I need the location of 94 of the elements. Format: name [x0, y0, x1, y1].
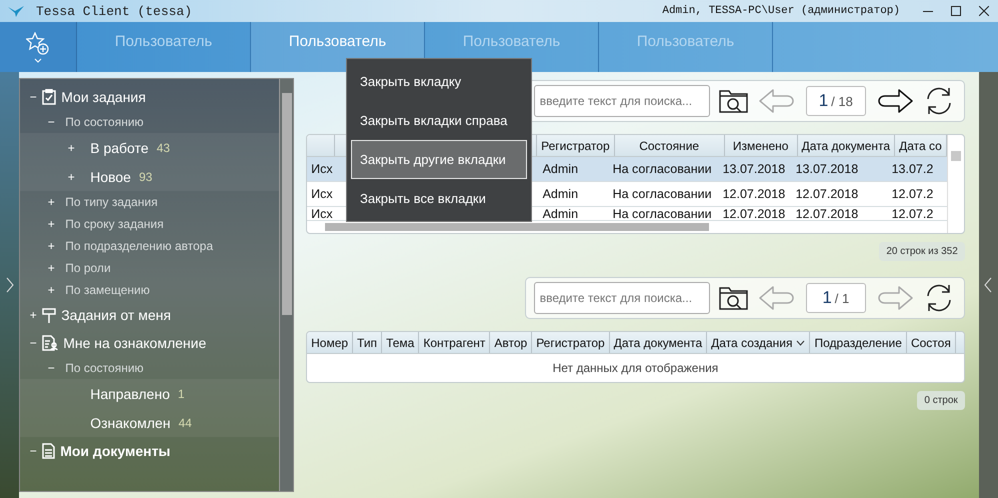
maximize-icon: [951, 6, 961, 16]
expander-toggle[interactable]: −: [24, 336, 42, 350]
star-plus-icon: [26, 32, 50, 56]
menu-item[interactable]: Закрыть вкладки справа: [351, 101, 527, 140]
expander-toggle[interactable]: +: [42, 239, 60, 253]
document-person-icon: [42, 335, 58, 351]
expander-toggle[interactable]: −: [42, 115, 60, 129]
column-header[interactable]: Дата создания: [707, 332, 810, 353]
table-cell-text: 13.07.2018: [794, 161, 860, 178]
expander-toggle[interactable]: +: [62, 140, 80, 154]
table-cell-text: Исх: [310, 186, 334, 203]
table-cell-text: 12.07.2: [890, 186, 934, 203]
tree-item-label[interactable]: По замещению: [65, 283, 150, 297]
tree-item-label[interactable]: Задания от меня: [61, 307, 171, 323]
item-count: 93: [138, 170, 152, 184]
close-icon: [979, 6, 989, 16]
vertical-scrollbar[interactable]: [282, 93, 292, 315]
table-cell-text: 12.07.2: [890, 207, 934, 220]
table-cell-text: 12.07.2018: [722, 186, 786, 203]
chevron-down-icon: [34, 58, 42, 62]
item-count: 44: [178, 416, 192, 430]
table-cell-text: Admin: [542, 207, 580, 220]
document-icon: [42, 443, 56, 459]
tree-item-label[interactable]: По подразделению автора: [65, 239, 213, 253]
column-header[interactable]: Дата документа: [798, 135, 896, 156]
row-count: 0 строк: [917, 391, 965, 410]
tree-item-label[interactable]: Ознакомлен: [90, 414, 170, 430]
tree-item-label[interactable]: По состоянию: [65, 361, 144, 375]
column-header[interactable]: Тема: [382, 332, 420, 353]
signpost-icon: [42, 307, 56, 323]
column-header[interactable]: Изменено: [724, 135, 798, 156]
expander-toggle[interactable]: +: [42, 195, 60, 209]
column-header[interactable]: Контрагент: [419, 332, 490, 353]
column-header[interactable]: Номер: [307, 332, 354, 353]
table-cell-text: 13.07.2018: [722, 161, 786, 178]
expander-toggle[interactable]: −: [24, 444, 42, 458]
column-header[interactable]: Состоя: [906, 332, 956, 353]
table-cell-text: На согласовании: [612, 207, 713, 220]
column-header[interactable]: Дата документа: [610, 332, 708, 353]
column-header[interactable]: Регистратор: [537, 135, 615, 156]
table-cell-text: Исх: [310, 161, 334, 178]
row-count: 20 строк из 352: [879, 242, 965, 261]
table-cell-text: 12.07.2018: [794, 207, 860, 220]
column-header[interactable]: Дата со: [895, 135, 947, 156]
clipboard-check-icon: [42, 89, 56, 105]
search-field[interactable]: введите текст для поиска...: [534, 282, 710, 314]
favorites-button[interactable]: [0, 22, 77, 72]
column-header[interactable]: Регистратор: [532, 332, 610, 353]
chevron-right-icon[interactable]: [6, 277, 14, 293]
tree-item-label[interactable]: По сроку задания: [65, 217, 164, 231]
page-number: 1: [822, 288, 832, 308]
column-header[interactable]: Автор: [490, 332, 532, 353]
table-cell-text: 12.07.2018: [794, 186, 860, 203]
page-total: / 1: [834, 290, 850, 306]
tree-item-label[interactable]: Новое: [90, 168, 131, 184]
table-cell-text: Admin: [542, 161, 580, 178]
bird-logo-icon: [8, 5, 24, 17]
user-name: Admin, TESSA-PC\User (администратор): [662, 5, 900, 17]
column-header[interactable]: Подразделение: [810, 332, 907, 353]
table-cell-text: Admin: [542, 186, 580, 203]
horizontal-scrollbar[interactable]: [325, 223, 710, 231]
search-field[interactable]: введите текст для поиска...: [534, 85, 710, 117]
expander-toggle[interactable]: +: [62, 170, 80, 184]
expander-toggle[interactable]: +: [42, 261, 60, 275]
tree-item-label[interactable]: Мои документы: [60, 443, 170, 459]
expander-toggle[interactable]: +: [42, 283, 60, 297]
column-header[interactable]: Состояние: [614, 135, 725, 156]
tree-item-label[interactable]: По состоянию: [65, 115, 144, 129]
menu-item[interactable]: Закрыть другие вкладки: [351, 140, 527, 179]
expander-toggle[interactable]: −: [24, 90, 42, 104]
expander-toggle[interactable]: +: [42, 217, 60, 231]
tree-item-label[interactable]: Направлено: [90, 386, 170, 402]
column-header[interactable]: Тип: [353, 332, 382, 353]
page-number: 1: [818, 91, 828, 111]
table-cell-text: На согласовании: [612, 161, 713, 178]
empty-message: Нет данных для отображения: [552, 360, 720, 377]
expander-toggle[interactable]: −: [42, 361, 60, 375]
tree-item-label[interactable]: По роли: [65, 261, 111, 275]
tree-item-label[interactable]: По типу задания: [65, 195, 158, 209]
tree-item-label[interactable]: Мои задания: [61, 89, 146, 105]
table-cell-text: Исх: [310, 207, 334, 220]
minimize-icon: [923, 10, 933, 12]
page-total: / 18: [831, 94, 853, 108]
expander-toggle[interactable]: +: [24, 308, 42, 322]
table-cell-text: 13.07.2: [890, 161, 934, 178]
chevron-left-icon[interactable]: [984, 277, 992, 293]
tree-item-label[interactable]: Мне на ознакомление: [63, 335, 206, 351]
window-title: Tessa Client (tessa): [36, 4, 194, 18]
tree-item-label[interactable]: В работе: [90, 140, 149, 156]
table-cell-text: На согласовании: [612, 186, 713, 203]
item-count: 1: [178, 386, 185, 400]
table-cell-text: 12.07.2018: [722, 207, 786, 220]
vertical-scrollbar[interactable]: [950, 151, 961, 161]
item-count: 43: [156, 140, 170, 154]
